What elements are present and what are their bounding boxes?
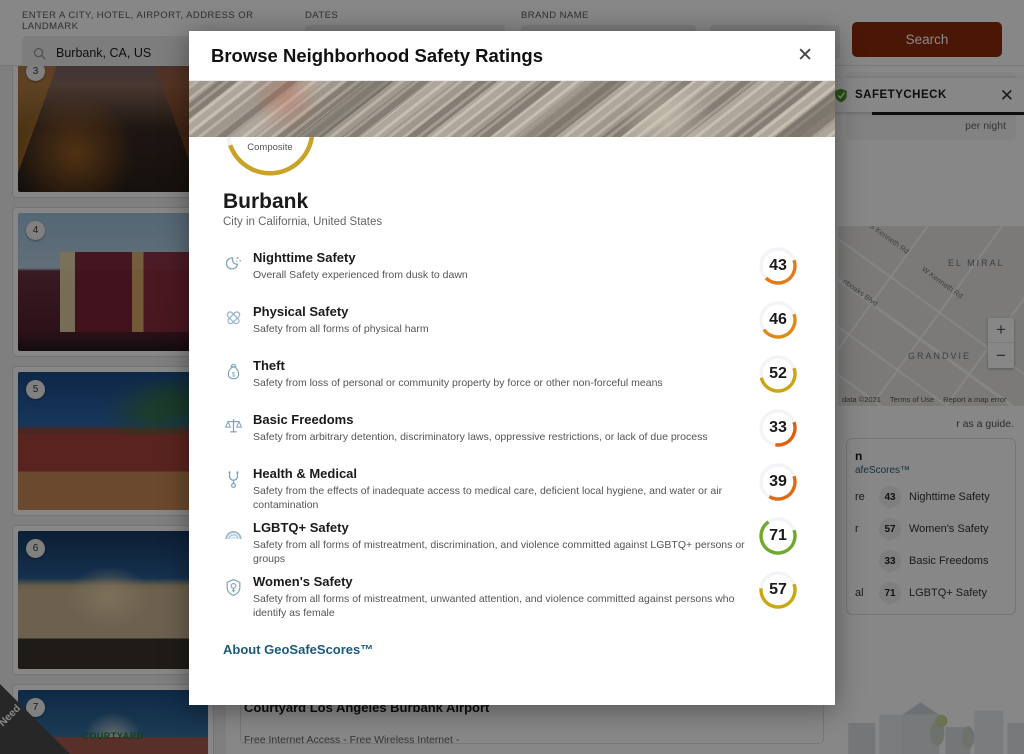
rating-title: Basic Freedoms bbox=[253, 412, 354, 427]
rating-text: Basic Freedoms Safety from arbitrary dete… bbox=[253, 410, 745, 444]
rating-title: LGBTQ+ Safety bbox=[253, 520, 349, 535]
score-value: 46 bbox=[769, 311, 787, 328]
rating-score: 43 bbox=[755, 246, 801, 286]
bandage-icon bbox=[226, 311, 240, 325]
rating-title: Nighttime Safety bbox=[253, 250, 356, 265]
rating-row[interactable]: Physical Safety Safety from all forms of … bbox=[223, 300, 801, 356]
score-value: 33 bbox=[769, 419, 787, 436]
aerial-map-banner bbox=[189, 81, 835, 137]
rainbow-arc-icon bbox=[224, 531, 242, 540]
score-ring: 46 bbox=[758, 300, 798, 340]
safety-ratings-modal: Browse Neighborhood Safety Ratings ✕ 50 … bbox=[189, 31, 835, 705]
modal-close-icon[interactable]: ✕ bbox=[797, 46, 813, 65]
rating-score: 57 bbox=[755, 570, 801, 610]
score-ring: 57 bbox=[758, 570, 798, 610]
modal-body: 50 Composite Burbank City in California,… bbox=[189, 137, 835, 705]
rating-description: Overall Safety experienced from dusk to … bbox=[253, 269, 468, 282]
rating-text: LGBTQ+ Safety Safety from all forms of mi… bbox=[253, 518, 745, 567]
score-ring: 43 bbox=[758, 246, 798, 286]
rating-icon-wrap bbox=[223, 302, 243, 327]
rating-icon-wrap: $ bbox=[223, 356, 243, 381]
moon-stars-icon bbox=[225, 257, 241, 270]
rating-title: Health & Medical bbox=[253, 466, 358, 481]
rating-description: Safety from loss of personal or communit… bbox=[253, 377, 663, 390]
score-ring: 52 bbox=[758, 354, 798, 394]
rating-description: Safety from the effects of inadequate ac… bbox=[253, 485, 723, 512]
rating-description: Safety from all forms of physical harm bbox=[253, 323, 429, 336]
score-ring: 39 bbox=[758, 462, 798, 502]
rating-text: Theft Safety from loss of personal or com… bbox=[253, 356, 745, 390]
rating-row[interactable]: Health & Medical Safety from the effects … bbox=[223, 462, 801, 518]
rating-score: 33 bbox=[755, 408, 801, 448]
score-value: 71 bbox=[769, 527, 787, 544]
rating-icon-wrap bbox=[223, 248, 243, 273]
rating-score: 71 bbox=[755, 516, 801, 556]
rating-row[interactable]: Basic Freedoms Safety from arbitrary dete… bbox=[223, 408, 801, 464]
score-value: 43 bbox=[769, 257, 787, 274]
rating-description: Safety from arbitrary detention, discrim… bbox=[253, 431, 708, 444]
composite-value: 50 bbox=[252, 137, 289, 142]
score-ring: 33 bbox=[758, 408, 798, 448]
score-value: 52 bbox=[769, 365, 787, 382]
city-name: Burbank bbox=[223, 190, 309, 213]
modal-header: Browse Neighborhood Safety Ratings ✕ bbox=[189, 31, 835, 81]
rating-text: Health & Medical Safety from the effects … bbox=[253, 464, 745, 513]
stethoscope-icon bbox=[227, 471, 239, 488]
modal-title: Browse Neighborhood Safety Ratings bbox=[211, 44, 544, 66]
rating-title: Women's Safety bbox=[253, 574, 353, 589]
rating-icon-wrap bbox=[223, 410, 243, 435]
rating-text: Nighttime Safety Overall Safety experienc… bbox=[253, 248, 745, 282]
composite-label: Composite bbox=[247, 141, 293, 153]
rating-text: Women's Safety Safety from all forms of m… bbox=[253, 572, 745, 621]
shield-female-icon bbox=[226, 578, 240, 597]
scales-icon bbox=[224, 419, 242, 433]
rating-icon-wrap bbox=[223, 464, 243, 489]
aerial-imagery bbox=[189, 81, 835, 137]
rating-title: Theft bbox=[253, 358, 285, 373]
money-bag-icon: $ bbox=[227, 363, 239, 380]
composite-score-ring: 50 Composite bbox=[223, 137, 317, 178]
rating-row[interactable]: Women's Safety Safety from all forms of m… bbox=[223, 570, 801, 626]
about-geosafescores-link[interactable]: About GeoSafeScores™ bbox=[223, 642, 801, 657]
rating-score: 46 bbox=[755, 300, 801, 340]
rating-icon-wrap bbox=[223, 518, 243, 543]
rating-icon-wrap bbox=[223, 572, 243, 597]
screen: ENTER A CITY, HOTEL, AIRPORT, ADDRESS OR… bbox=[0, 0, 1024, 754]
rating-row[interactable]: LGBTQ+ Safety Safety from all forms of mi… bbox=[223, 516, 801, 572]
rating-score: 39 bbox=[755, 462, 801, 502]
rating-row[interactable]: $ Theft Safety from loss of personal or co… bbox=[223, 354, 801, 410]
score-ring: 71 bbox=[758, 516, 798, 556]
rating-title: Physical Safety bbox=[253, 304, 349, 319]
ratings-list: Nighttime Safety Overall Safety experienc… bbox=[223, 246, 801, 626]
rating-score: 52 bbox=[755, 354, 801, 394]
score-value: 39 bbox=[769, 473, 787, 490]
rating-description: Safety from all forms of mistreatment, u… bbox=[253, 593, 735, 620]
score-value: 57 bbox=[769, 581, 787, 598]
rating-row[interactable]: Nighttime Safety Overall Safety experienc… bbox=[223, 246, 801, 302]
rating-description: Safety from all forms of mistreatment, d… bbox=[253, 539, 745, 566]
svg-text:$: $ bbox=[231, 371, 235, 378]
city-subtitle: City in California, United States bbox=[223, 216, 383, 228]
rating-text: Physical Safety Safety from all forms of … bbox=[253, 302, 745, 336]
